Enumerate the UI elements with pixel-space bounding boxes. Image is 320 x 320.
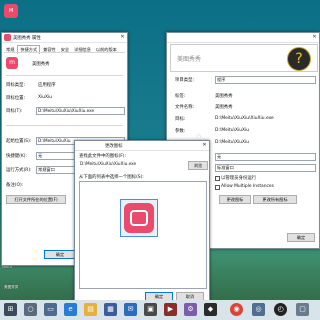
browse-button[interactable]: 浏览 bbox=[188, 161, 208, 170]
run-as-admin-checkbox[interactable] bbox=[215, 176, 220, 181]
close-icon[interactable]: ✕ bbox=[311, 34, 318, 40]
rw-value-tag: 美图秀秀 bbox=[215, 94, 233, 99]
desktop-icon-meitu[interactable]: M bbox=[4, 4, 18, 18]
label-run: 运行方式(R): bbox=[6, 168, 32, 173]
app-name: 美图秀秀 bbox=[32, 62, 50, 67]
rw-value-target: D:\Meitu\XiuXiu\XiuXiu.exe bbox=[215, 116, 274, 121]
rw-value-params: D:\Meitu\XiuXiu bbox=[215, 128, 250, 133]
icon-list-label: 从下面的列表中选择一个图标(S): bbox=[79, 175, 144, 180]
run-as-admin-label: 以管理员身份运行 bbox=[221, 176, 257, 181]
home-icon: ⌂ bbox=[196, 132, 202, 142]
right-header-panel: 美图秀秀 ? bbox=[170, 44, 318, 72]
rw-label-tag: 标签: bbox=[175, 94, 186, 99]
rw-label-filename: 文件名称: bbox=[175, 105, 195, 110]
icon-list[interactable] bbox=[79, 181, 207, 289]
rw-label-target: 目标: bbox=[175, 117, 186, 122]
rw-run-select[interactable]: 标准窗口 bbox=[215, 164, 316, 172]
store-icon[interactable]: ▦ bbox=[104, 303, 117, 316]
game-icon[interactable]: ◆ bbox=[204, 303, 217, 316]
meitu-icon-glyph bbox=[130, 210, 148, 226]
camera-icon[interactable]: ◎ bbox=[252, 303, 265, 316]
label-target-location: 目标位置: bbox=[6, 96, 26, 101]
divider-2 bbox=[6, 125, 123, 126]
rw-value-startin: D:\Meitu\XiuXiu bbox=[215, 140, 250, 145]
mail-icon[interactable]: ✉ bbox=[124, 303, 137, 316]
rw-ok-button[interactable]: 确定 bbox=[287, 233, 315, 242]
label-comment: 备注(O): bbox=[6, 183, 24, 188]
close-icon[interactable]: ✕ bbox=[201, 142, 208, 148]
media-icon[interactable]: ▶ bbox=[164, 303, 177, 316]
change-icon-button[interactable]: 更改图标 bbox=[219, 195, 251, 204]
target-input[interactable]: D:\Meitu\XiuXiu\XiuXiu.exe bbox=[36, 107, 125, 115]
rw-type-select[interactable]: 程序 bbox=[215, 76, 316, 84]
photo-icon[interactable]: ▣ bbox=[144, 303, 157, 316]
icon-path-input[interactable]: D:\Meitu\XiuXiu\XiuXiu.exe bbox=[79, 161, 184, 167]
help-question-icon: ? bbox=[287, 47, 311, 71]
edge-icon[interactable]: e bbox=[64, 303, 77, 316]
chrome-icon[interactable]: ◉ bbox=[230, 303, 243, 316]
change-all-icons-button[interactable]: 更改所有图标 bbox=[253, 195, 297, 204]
clock-icon[interactable]: ◴ bbox=[274, 303, 287, 316]
app-large-icon: m bbox=[6, 57, 18, 69]
find-icon-label: 查找此文件中的图标(F): bbox=[79, 154, 126, 159]
rw-label-params: 参数: bbox=[175, 129, 186, 134]
right-window-titlebar: ✕ bbox=[167, 33, 319, 43]
properties-ok-button[interactable]: 确定 bbox=[44, 250, 76, 259]
value-target-location: XiuXiu bbox=[38, 95, 53, 100]
rw-label-type: 项目类型: bbox=[175, 78, 195, 83]
allow-multiple-checkbox[interactable] bbox=[215, 185, 220, 190]
label-target-type: 目标类型: bbox=[6, 83, 26, 88]
label-start-in: 起始位置(S): bbox=[6, 139, 32, 144]
tab-divider bbox=[4, 52, 125, 53]
label-hotkey: 快捷键(K): bbox=[6, 154, 27, 159]
properties-titlebar: 美图秀秀 属性 ✕ bbox=[2, 33, 127, 43]
divider-1 bbox=[6, 75, 123, 76]
change-icon-titlebar: 更改图标 ✕ bbox=[75, 141, 209, 151]
task-view-icon[interactable]: ▭ bbox=[44, 303, 57, 316]
explorer-icon[interactable]: ▤ bbox=[84, 303, 97, 316]
open-file-location-button[interactable]: 打开文件所在的位置(F) bbox=[6, 195, 66, 204]
right-header-title: 美图秀秀 bbox=[177, 56, 202, 63]
settings-icon[interactable]: ⚙ bbox=[184, 303, 197, 316]
change-icon-title: 更改图标 bbox=[105, 144, 123, 149]
change-icon-dialog: 更改图标 ✕ 查找此文件中的图标(F): D:\Meitu\XiuXiu\Xiu… bbox=[74, 140, 210, 304]
run-select[interactable]: 常规窗口 bbox=[36, 166, 79, 174]
properties-title: 美图秀秀 属性 bbox=[13, 36, 41, 41]
allow-multiple-label: Allow Multiple Instances bbox=[221, 184, 274, 189]
desktop-label-3: 美图秀秀 bbox=[4, 285, 19, 289]
meitu-icon bbox=[124, 203, 154, 233]
selected-icon-tile[interactable] bbox=[120, 199, 158, 237]
rw-hotkey-field[interactable]: 无 bbox=[215, 153, 316, 161]
app-small-icon bbox=[4, 34, 11, 41]
notification-icon[interactable]: ▢ bbox=[296, 303, 309, 316]
value-target-type: 应用程序 bbox=[38, 83, 56, 88]
windows-start-icon[interactable]: ⊞ bbox=[4, 303, 17, 316]
cortana-icon[interactable]: ○ bbox=[24, 303, 37, 316]
label-target: 目标(T): bbox=[6, 109, 23, 114]
taskbar: ⊞ ○ ▭ e ▤ ▦ ✉ ▣ ▶ ⚙ ◆ ◉ ◎ ◴ ▢ bbox=[0, 300, 320, 320]
close-icon[interactable]: ✕ bbox=[119, 34, 126, 40]
rw-value-filename: 美图秀秀 bbox=[215, 105, 233, 110]
